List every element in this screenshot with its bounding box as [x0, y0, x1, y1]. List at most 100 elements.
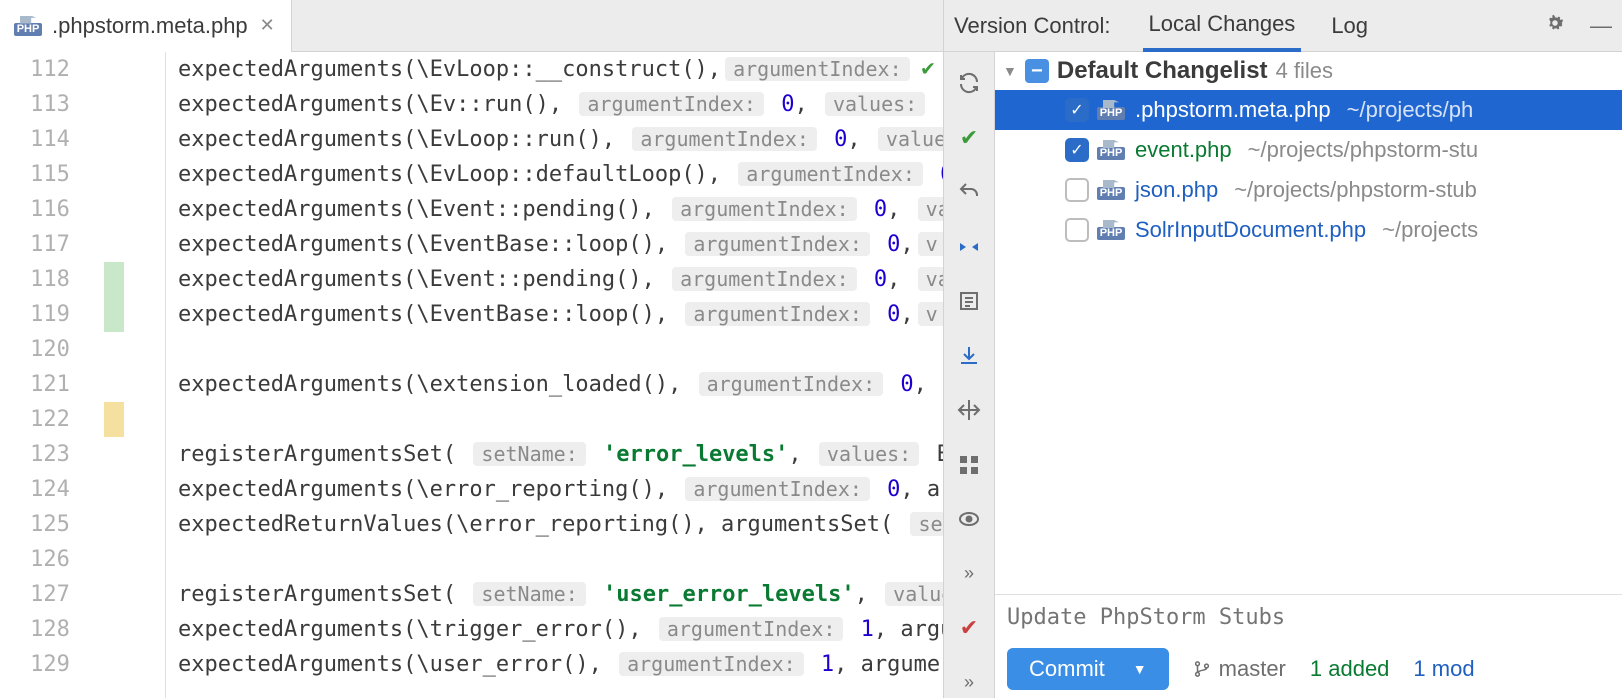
changelist-icon[interactable]: [953, 286, 985, 317]
file-path: ~/projects: [1374, 217, 1478, 243]
php-file-icon: PHP: [1097, 220, 1125, 240]
code-line[interactable]: expectedArguments(\extension_loaded(), a…: [178, 367, 927, 402]
line-number: 116: [0, 192, 100, 227]
code-line[interactable]: registerArgumentsSet( setName: 'user_err…: [178, 577, 943, 612]
file-name: event.php: [1133, 137, 1232, 163]
code-line[interactable]: expectedArguments(\user_error(), argumen…: [178, 647, 943, 682]
line-number: 124: [0, 472, 100, 507]
code-line[interactable]: expectedArguments(\EventBase::loop(), ar…: [178, 227, 943, 262]
check-icon: ✔: [915, 56, 941, 81]
line-number: 119: [0, 297, 100, 332]
tab-log[interactable]: Log: [1325, 0, 1374, 52]
file-path: ~/projects/phpstorm-stub: [1226, 177, 1477, 203]
php-file-icon: PHP: [14, 16, 42, 36]
file-checkbox[interactable]: ✓: [1065, 138, 1089, 162]
code-line[interactable]: expectedArguments(\EvLoop::__construct()…: [178, 52, 914, 87]
changelist-count: 4 files: [1276, 58, 1333, 84]
branch-icon: [1193, 658, 1211, 680]
file-checkbox[interactable]: [1065, 178, 1089, 202]
changelist-header[interactable]: ▼ − Default Changelist 4 files: [995, 52, 1622, 90]
close-tab-icon[interactable]: ✕: [258, 15, 277, 36]
code-line[interactable]: expectedArguments(\EventBase::loop(), ar…: [178, 297, 943, 332]
tab-local-changes[interactable]: Local Changes: [1143, 0, 1302, 52]
change-marker: [104, 297, 124, 332]
gear-icon[interactable]: [1544, 12, 1566, 40]
refresh-icon[interactable]: [953, 68, 985, 99]
line-number: 127: [0, 577, 100, 612]
line-number: 117: [0, 227, 100, 262]
commit-check-icon[interactable]: ✔: [953, 123, 985, 154]
code-line[interactable]: expectedReturnValues(\error_reporting(),…: [178, 507, 943, 542]
file-name: .phpstorm.meta.php: [1133, 97, 1331, 123]
file-path: ~/projects/phpstorm-stu: [1240, 137, 1478, 163]
changed-file-row[interactable]: PHP json.php ~/projects/phpstorm-stub: [995, 170, 1622, 210]
vcs-header: Version Control: Local Changes Log —: [943, 0, 1622, 52]
line-number: 113: [0, 87, 100, 122]
revert-icon[interactable]: [953, 177, 985, 208]
code-line[interactable]: expectedArguments(\EvLoop::defaultLoop()…: [178, 157, 943, 192]
line-number: 114: [0, 122, 100, 157]
code-line[interactable]: registerArgumentsSet( setName: 'error_le…: [178, 437, 943, 472]
line-number: 118: [0, 262, 100, 297]
change-marker: [104, 262, 124, 297]
code-line[interactable]: expectedArguments(\EvLoop::run(), argume…: [178, 122, 943, 157]
file-name: SolrInputDocument.php: [1133, 217, 1366, 243]
commit-bar: Commit ▼ master 1 added 1 mod: [995, 640, 1622, 698]
file-checkbox[interactable]: ✓: [1065, 98, 1089, 122]
line-number: 125: [0, 507, 100, 542]
minimize-icon[interactable]: —: [1590, 13, 1612, 39]
vcs-title: Version Control:: [954, 13, 1111, 39]
chevron-down-icon[interactable]: ▼: [1133, 661, 1147, 677]
changed-file-row[interactable]: ✓ PHP event.php ~/projects/phpstorm-stu: [995, 130, 1622, 170]
line-number: 120: [0, 332, 100, 367]
code-line[interactable]: expectedArguments(\error_reporting(), ar…: [178, 472, 943, 507]
line-number: 112: [0, 52, 100, 87]
commit-message-input[interactable]: Update PhpStorm Stubs: [995, 594, 1622, 640]
editor-gutter: 1121131141151161171181191201211221231241…: [0, 52, 166, 698]
vcs-toolbar: ✔ » ✔ »: [943, 52, 995, 698]
editor-tab-bar: PHP .phpstorm.meta.php ✕: [0, 0, 943, 52]
vcs-changes-panel: ▼ − Default Changelist 4 files ✓ PHP .phps…: [995, 52, 1622, 698]
code-editor[interactable]: 1121131141151161171181191201211221231241…: [0, 52, 943, 698]
tab-filename: .phpstorm.meta.php: [52, 13, 248, 39]
shelve-icon[interactable]: [953, 341, 985, 372]
line-number: 122: [0, 402, 100, 437]
php-file-icon: PHP: [1097, 140, 1125, 160]
branch-indicator[interactable]: master: [1193, 656, 1286, 682]
move-icon[interactable]: [953, 395, 985, 426]
file-name: json.php: [1133, 177, 1218, 203]
more-icon[interactable]: »: [953, 668, 985, 698]
line-number: 126: [0, 542, 100, 577]
collapse-icon[interactable]: ▼: [1003, 63, 1017, 79]
code-line[interactable]: expectedArguments(\Event::pending(), arg…: [178, 262, 943, 297]
editor-tab[interactable]: PHP .phpstorm.meta.php ✕: [0, 0, 292, 52]
line-number: 128: [0, 612, 100, 647]
line-number: 121: [0, 367, 100, 402]
code-line[interactable]: expectedArguments(\trigger_error(), argu…: [178, 612, 943, 647]
line-number: 115: [0, 157, 100, 192]
preview-icon[interactable]: [953, 504, 985, 535]
partial-checkbox-icon[interactable]: −: [1025, 59, 1049, 83]
diff-icon[interactable]: [953, 232, 985, 263]
branch-name: master: [1219, 656, 1286, 682]
code-area[interactable]: ✔ ✔ expectedArguments(\EvLoop::__constru…: [166, 52, 943, 698]
changed-files-list: ✓ PHP .phpstorm.meta.php ~/projects/ph ✓ PHP e…: [995, 90, 1622, 250]
file-checkbox[interactable]: [1065, 218, 1089, 242]
stat-added: 1 added: [1310, 656, 1390, 682]
changelist-name: Default Changelist: [1057, 57, 1268, 85]
changed-file-row[interactable]: PHP SolrInputDocument.php ~/projects: [995, 210, 1622, 250]
file-path: ~/projects/ph: [1339, 97, 1474, 123]
code-line[interactable]: expectedArguments(\Ev::run(), argumentIn…: [178, 87, 943, 122]
commit-button[interactable]: Commit ▼: [1007, 648, 1169, 690]
todo-check-icon[interactable]: ✔: [953, 613, 985, 644]
expand-icon[interactable]: »: [953, 559, 985, 590]
line-number: 123: [0, 437, 100, 472]
changed-file-row[interactable]: ✓ PHP .phpstorm.meta.php ~/projects/ph: [995, 90, 1622, 130]
line-number: 129: [0, 647, 100, 682]
commit-button-label: Commit: [1029, 656, 1105, 682]
code-line[interactable]: expectedArguments(\Event::pending(), arg…: [178, 192, 943, 227]
group-icon[interactable]: [953, 450, 985, 481]
stat-modified: 1 mod: [1413, 656, 1474, 682]
php-file-icon: PHP: [1097, 180, 1125, 200]
php-file-icon: PHP: [1097, 100, 1125, 120]
